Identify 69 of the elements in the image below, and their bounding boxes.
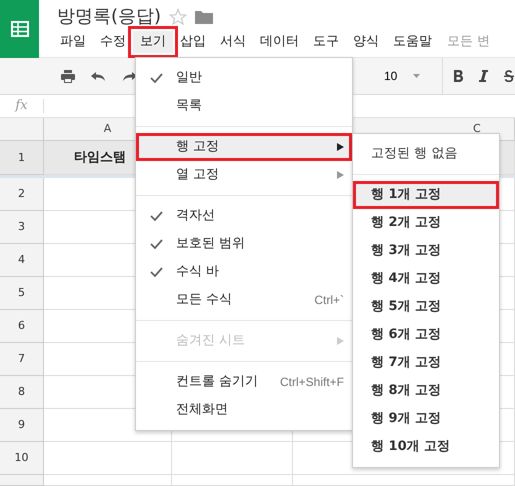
row-header[interactable]: 10: [0, 442, 44, 475]
menu-item[interactable]: 행 10개 고정: [353, 433, 499, 461]
row-header[interactable]: 7: [0, 343, 44, 376]
folder-icon[interactable]: [195, 10, 214, 24]
table-cell[interactable]: [172, 475, 293, 486]
menu-item[interactable]: 서식: [213, 31, 253, 53]
row-header[interactable]: 2: [0, 178, 44, 211]
menu-item[interactable]: 행 고정: [136, 133, 352, 161]
row-header[interactable]: 4: [0, 244, 44, 277]
submenu-arrow-icon: [337, 143, 344, 151]
corner-cell: [0, 118, 44, 141]
menu-item[interactable]: 행 4개 고정: [353, 265, 499, 293]
menu-item[interactable]: 행 9개 고정: [353, 405, 499, 433]
undo-icon[interactable]: [91, 71, 106, 81]
check-icon: [150, 239, 162, 249]
row-header[interactable]: 9: [0, 409, 44, 442]
row-header[interactable]: 8: [0, 376, 44, 409]
menu-item[interactable]: 모든 수식 Ctrl+`: [136, 286, 352, 314]
strikethrough-icon[interactable]: [504, 70, 514, 82]
print-icon[interactable]: [61, 70, 75, 82]
menu-item[interactable]: 일반: [136, 64, 352, 92]
table-cell[interactable]: [44, 442, 172, 475]
menu-item[interactable]: 도구: [306, 31, 346, 53]
italic-icon[interactable]: [479, 70, 488, 82]
menu-item[interactable]: 보기: [133, 31, 173, 53]
menu-item[interactable]: 행 5개 고정: [353, 293, 499, 321]
menu-item[interactable]: 수정: [93, 31, 133, 53]
menu-item[interactable]: 컨트롤 숨기기 Ctrl+Shift+F: [136, 368, 352, 396]
menu-item[interactable]: 행 2개 고정: [353, 209, 499, 237]
table-cell[interactable]: [44, 475, 172, 486]
submenu-arrow-icon: [337, 171, 344, 179]
check-icon: [150, 267, 162, 277]
menu-item[interactable]: 행 7개 고정: [353, 349, 499, 377]
menu-item[interactable]: 수식 바: [136, 258, 352, 286]
menu-item[interactable]: 행 6개 고정: [353, 321, 499, 349]
check-icon: [150, 73, 162, 83]
row-header[interactable]: 1: [0, 141, 44, 175]
menu-item[interactable]: 보호된 범위: [136, 230, 352, 258]
shortcut-text: Ctrl+Shift+F: [280, 374, 344, 391]
menu-item[interactable]: 행 8개 고정: [353, 377, 499, 405]
caret-icon: [413, 74, 420, 78]
menu-item[interactable]: 행 1개 고정: [353, 181, 499, 209]
bold-icon[interactable]: [453, 70, 464, 82]
menu-item[interactable]: 목록: [136, 92, 352, 120]
menu-item[interactable]: 양식: [346, 31, 386, 53]
submenu-arrow-icon: [337, 337, 344, 345]
menu-item[interactable]: 격자선: [136, 202, 352, 230]
table-cell[interactable]: [172, 442, 293, 475]
row-header[interactable]: 6: [0, 310, 44, 343]
menu-item[interactable]: 행 3개 고정: [353, 237, 499, 265]
shortcut-text: Ctrl+`: [314, 292, 344, 309]
document-title[interactable]: 방명록(응답): [57, 6, 162, 28]
menu-item[interactable]: 전체화면: [136, 396, 352, 424]
menu-item[interactable]: 삽입: [173, 31, 213, 53]
grid-icon: [10, 21, 28, 37]
row-header[interactable]: 3: [0, 211, 44, 244]
redo-icon[interactable]: [122, 71, 137, 81]
menu-item[interactable]: 파일: [53, 31, 93, 53]
menu-item[interactable]: 도움말: [386, 31, 439, 53]
menu-item[interactable]: 고정된 행 없음: [353, 140, 499, 168]
row-header[interactable]: 5: [0, 277, 44, 310]
check-icon: [150, 211, 162, 221]
menu-item[interactable]: 데이터: [253, 31, 306, 53]
formula-label: fx: [0, 99, 44, 113]
star-icon[interactable]: [169, 8, 188, 26]
sheets-logo-icon[interactable]: [0, 0, 39, 58]
save-status: 모든 변: [446, 33, 490, 51]
font-size-dropdown[interactable]: 10: [384, 67, 420, 85]
table-cell[interactable]: [293, 475, 515, 486]
